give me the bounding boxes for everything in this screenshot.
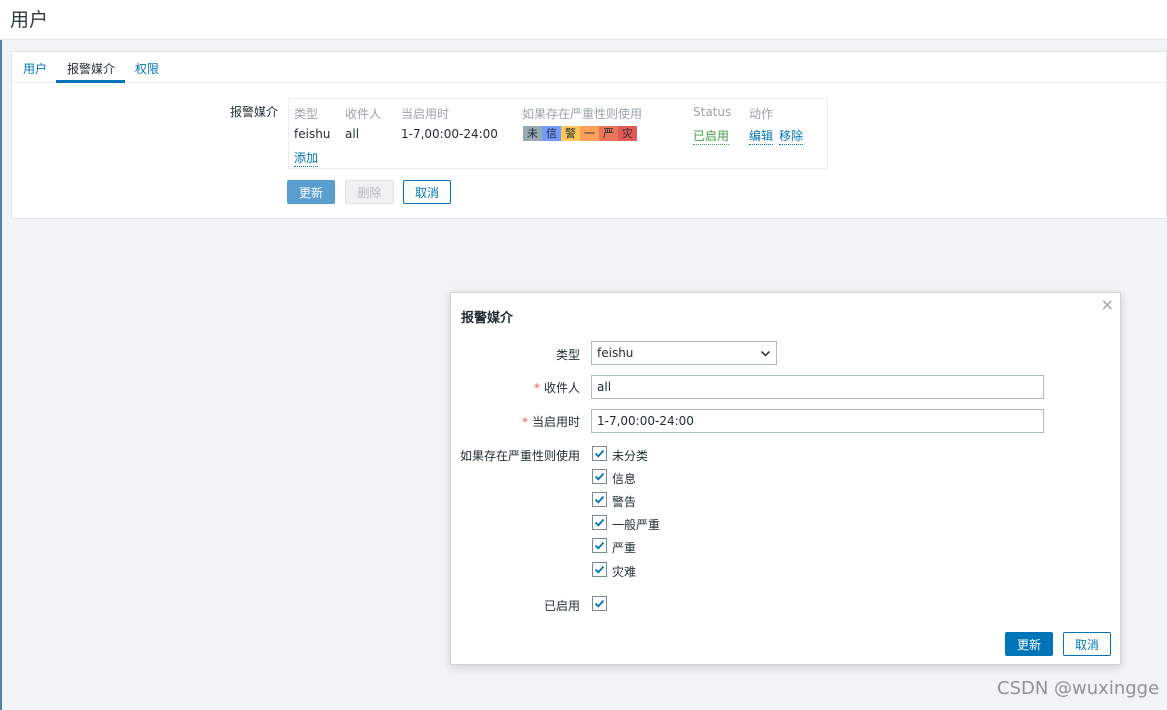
- check-icon: [594, 541, 605, 550]
- required-mark: *: [533, 381, 540, 395]
- type-select-value: feishu: [597, 346, 634, 360]
- severity-badge-high: 严: [599, 126, 618, 141]
- severity-checkbox-high[interactable]: [592, 538, 607, 553]
- severity-option-label: 严重: [612, 541, 637, 555]
- cancel-button[interactable]: 取消: [403, 180, 451, 204]
- page-header: 用户: [0, 0, 1167, 40]
- severity-option-label: 灾难: [612, 565, 637, 579]
- delete-button[interactable]: 删除: [345, 180, 394, 204]
- active-tab-indicator: [56, 80, 125, 83]
- column-header-type: 类型: [294, 107, 319, 121]
- row-recipient: all: [345, 127, 360, 141]
- row-type: feishu: [294, 127, 331, 141]
- check-icon: [594, 472, 605, 481]
- dialog-cancel-button[interactable]: 取消: [1063, 632, 1111, 656]
- severity-badge-disaster: 灾: [618, 126, 637, 141]
- check-icon: [594, 565, 605, 574]
- column-header-when-active: 当启用时: [401, 107, 450, 121]
- tab-user[interactable]: 用户: [23, 60, 47, 77]
- edit-link[interactable]: 编辑: [749, 127, 774, 145]
- recipient-label-text: 收件人: [543, 381, 580, 395]
- severity-option-label: 一般严重: [612, 518, 661, 532]
- severity-checkbox-disaster[interactable]: [592, 562, 607, 577]
- type-select[interactable]: feishu: [591, 341, 777, 365]
- media-table: 类型 收件人 当启用时 如果存在严重性则使用 Status 动作 feishu …: [288, 98, 828, 169]
- close-icon[interactable]: ×: [1101, 295, 1114, 314]
- recipient-input[interactable]: [591, 375, 1044, 399]
- severity-option-label: 信息: [612, 472, 637, 486]
- check-icon: [594, 599, 605, 608]
- severity-checkbox-not-classified[interactable]: [592, 446, 607, 461]
- dialog-update-button[interactable]: 更新: [1005, 632, 1053, 656]
- type-label: 类型: [555, 348, 580, 362]
- tab-media[interactable]: 报警媒介: [67, 60, 115, 77]
- add-media-link[interactable]: 添加: [294, 149, 319, 167]
- severity-badge-information: 信: [542, 126, 561, 141]
- update-button[interactable]: 更新: [287, 180, 335, 204]
- column-header-recipient: 收件人: [345, 107, 382, 121]
- when-active-label: * 当启用时: [522, 413, 580, 430]
- severity-option-label: 警告: [612, 495, 637, 509]
- row-when-active: 1-7,00:00-24:00: [401, 127, 498, 141]
- left-edge-bar: [0, 0, 2, 710]
- column-header-status: Status: [693, 105, 732, 119]
- severity-option-label: 未分类: [612, 449, 649, 463]
- severity-label: 如果存在严重性则使用: [459, 449, 580, 463]
- recipient-label: * 收件人: [534, 379, 580, 396]
- check-icon: [594, 449, 605, 458]
- media-form-label: 报警媒介: [230, 105, 279, 119]
- page-title: 用户: [10, 9, 49, 31]
- when-active-input[interactable]: [591, 409, 1044, 433]
- column-header-actions: 动作: [749, 107, 774, 121]
- check-icon: [594, 495, 605, 504]
- when-active-label-text: 当启用时: [531, 415, 580, 429]
- check-icon: [594, 518, 605, 527]
- severity-badge-warning: 警: [561, 126, 580, 141]
- severity-checkbox-average[interactable]: [592, 515, 607, 530]
- media-dialog: 报警媒介 × 类型 feishu *收件人 *当启用时 如果存在严重性则使用 未…: [450, 292, 1121, 665]
- status-toggle-link[interactable]: 已启用: [693, 127, 730, 145]
- enabled-checkbox[interactable]: [592, 596, 607, 611]
- severity-checkbox-information[interactable]: [592, 469, 607, 484]
- tabs-panel: 用户 报警媒介 权限 报警媒介 类型 收件人 当启用时 如果存在严重性则使用 S…: [11, 51, 1167, 219]
- enabled-label: 已启用: [543, 599, 580, 613]
- chevron-down-icon: [760, 350, 771, 357]
- remove-link[interactable]: 移除: [779, 127, 804, 145]
- severity-checkbox-warning[interactable]: [592, 492, 607, 507]
- required-mark: *: [521, 415, 528, 429]
- watermark: CSDN @wuxingge: [997, 678, 1160, 699]
- tab-bar: 用户 报警媒介 权限: [12, 52, 1166, 83]
- severity-badge-not-classified: 未: [523, 126, 542, 141]
- tab-permissions[interactable]: 权限: [135, 60, 159, 77]
- column-header-severity: 如果存在严重性则使用: [522, 107, 643, 121]
- severity-badge-average: 一: [580, 126, 599, 141]
- dialog-title: 报警媒介: [461, 311, 514, 326]
